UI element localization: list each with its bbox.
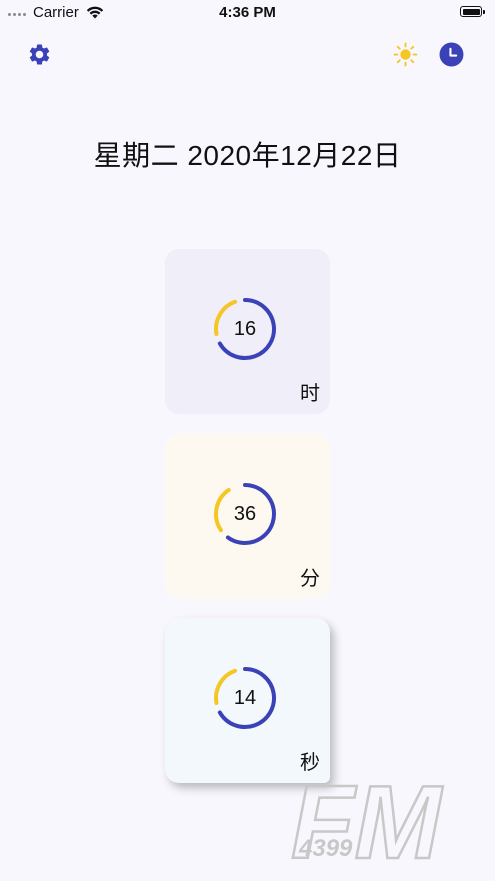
minute-unit-label: 分 <box>300 568 320 590</box>
gear-icon[interactable] <box>27 42 52 67</box>
minute-value: 36 <box>233 503 257 525</box>
battery-icon <box>460 6 485 17</box>
date-title: 星期二 2020年12月22日 <box>93 140 402 171</box>
watermark-logo: FM 4399 <box>290 770 445 870</box>
clock-icon[interactable] <box>439 42 464 67</box>
hour-unit-label: 时 <box>300 383 320 405</box>
sun-icon[interactable] <box>393 42 418 67</box>
hour-value: 16 <box>233 318 257 340</box>
status-bar: Carrier 4:36 PM <box>0 0 495 24</box>
svg-text:4399: 4399 <box>298 835 353 862</box>
second-value: 14 <box>233 687 257 709</box>
hour-card: 16 时 <box>165 249 330 414</box>
status-time: 4:36 PM <box>219 4 276 21</box>
second-card: 14 秒 <box>165 618 330 783</box>
minute-card: 36 分 <box>165 434 330 599</box>
